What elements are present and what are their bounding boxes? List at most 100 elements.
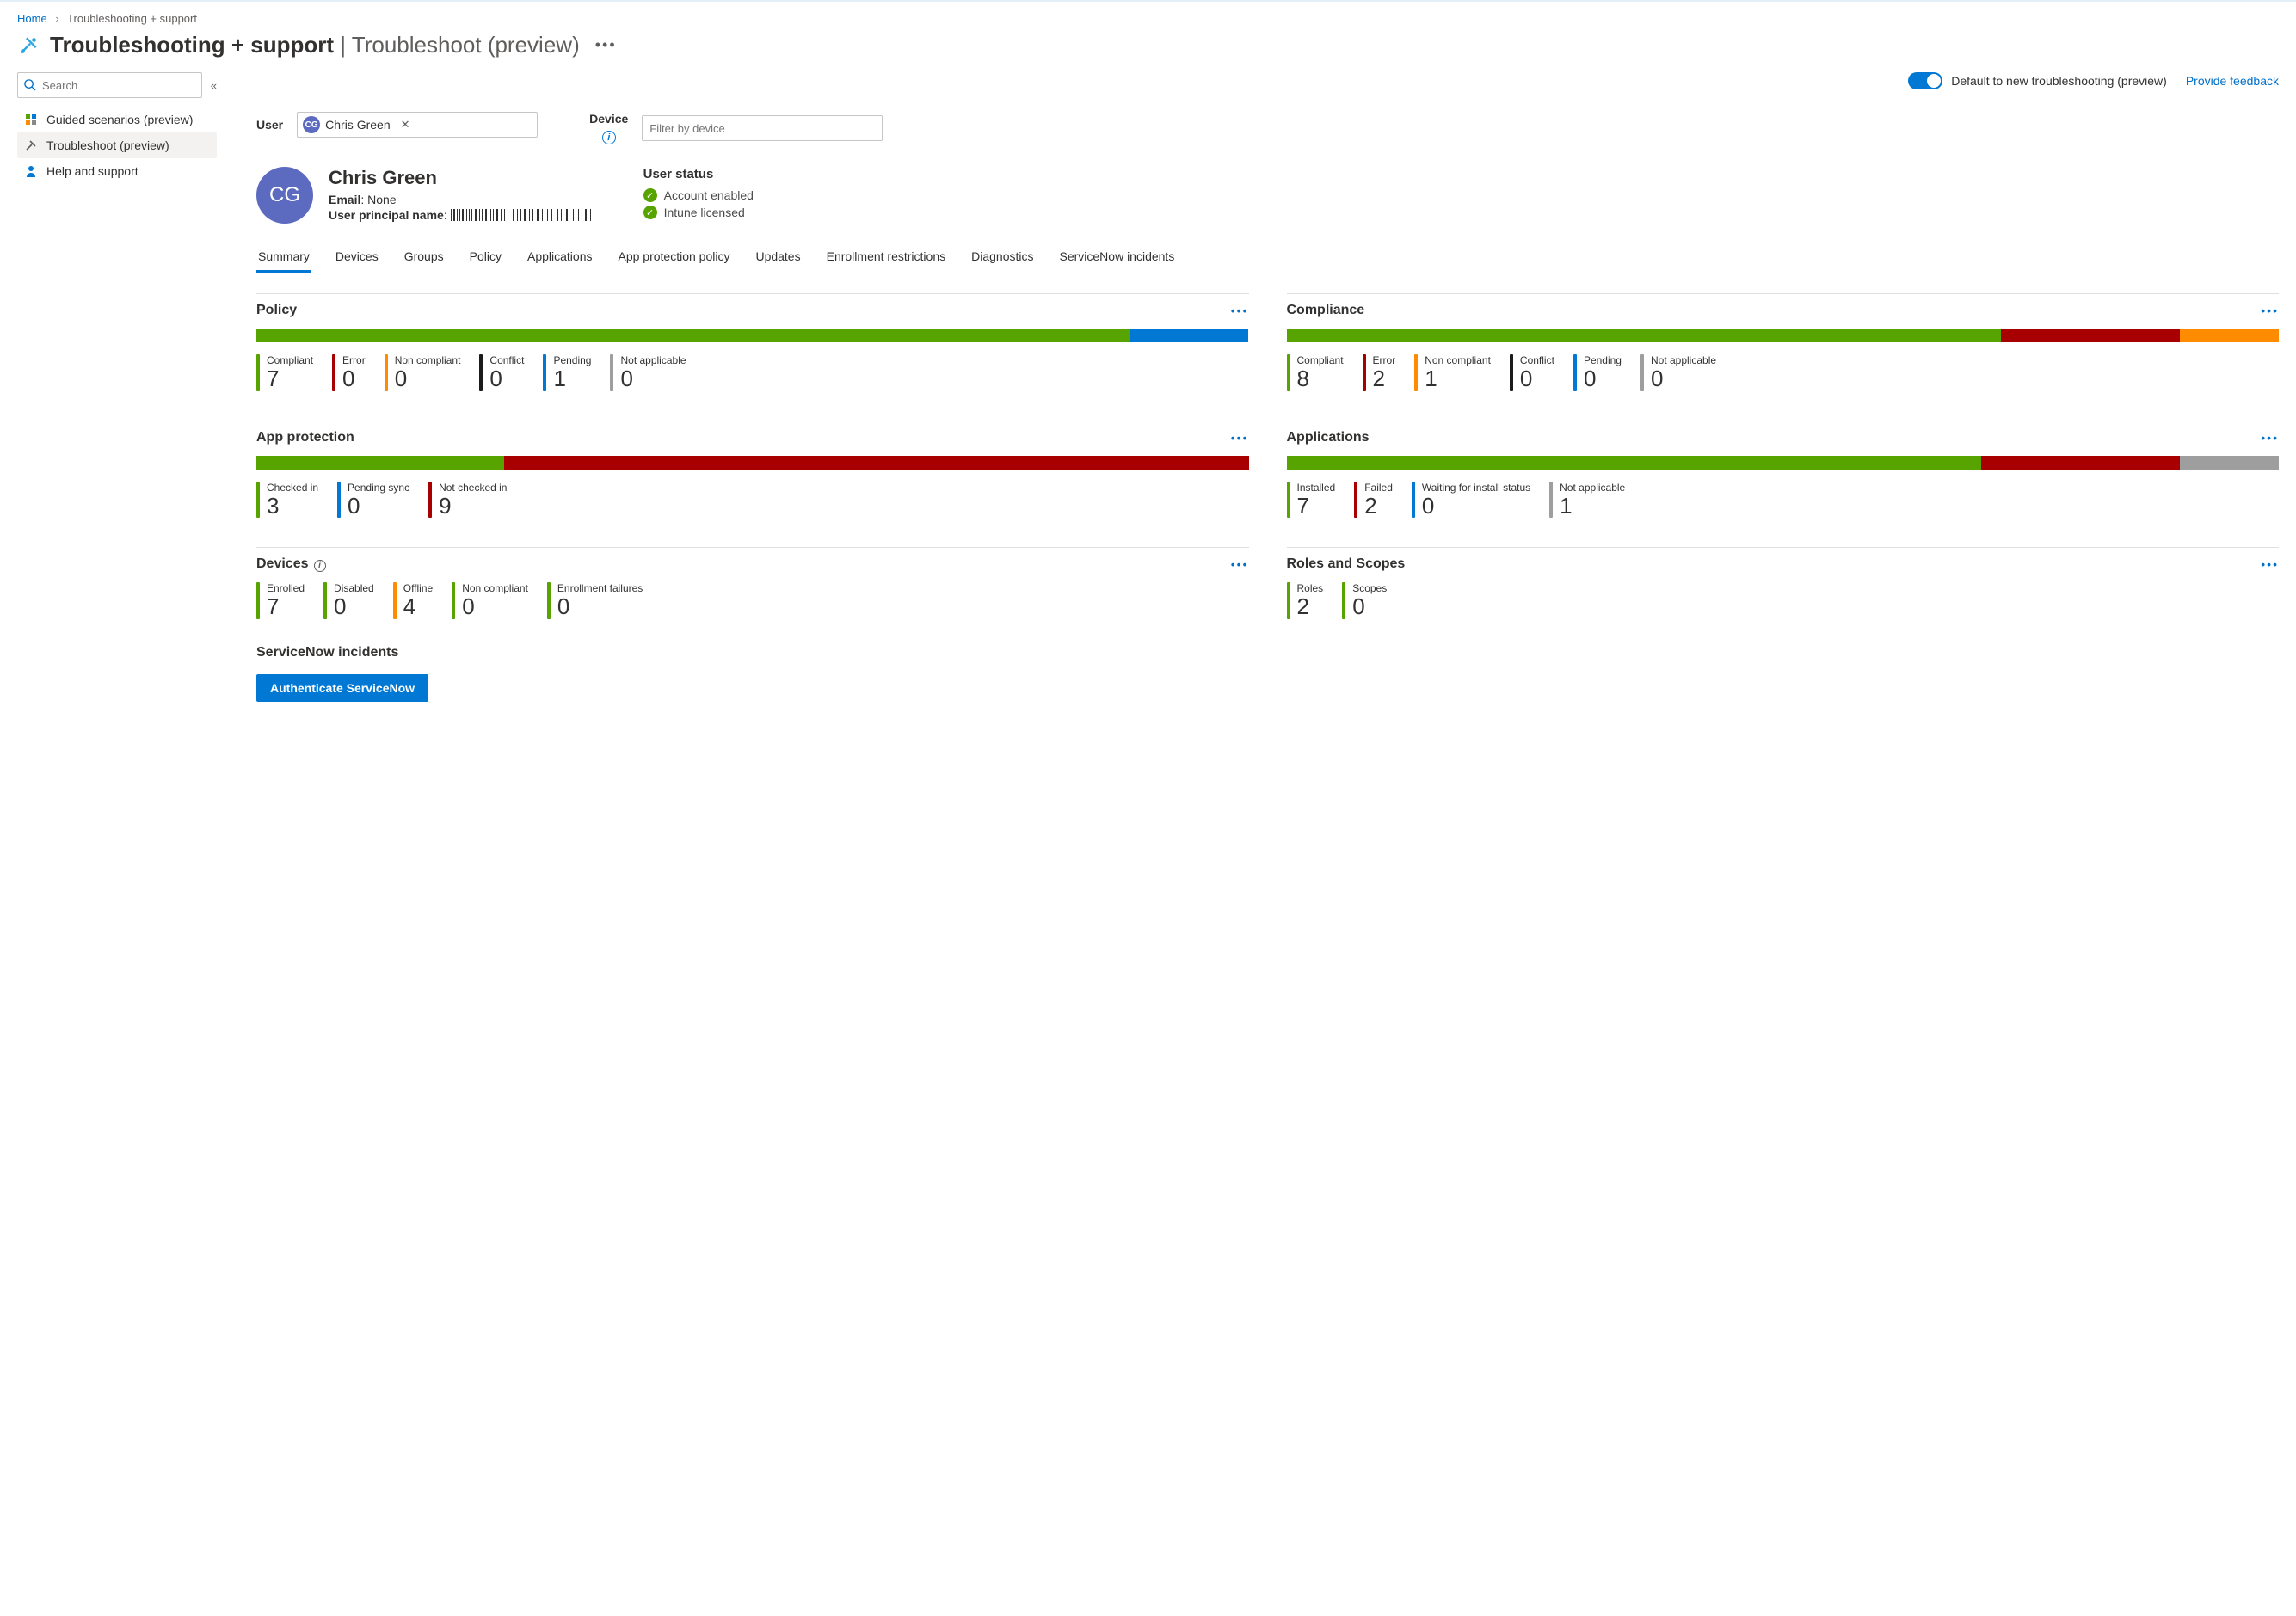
tab-summary[interactable]: Summary: [256, 243, 311, 273]
sidebar-search-input[interactable]: [17, 72, 202, 98]
metric: Waiting for install status0: [1412, 482, 1530, 519]
tab-devices[interactable]: Devices: [334, 243, 380, 273]
metric: Disabled0: [323, 582, 374, 619]
card-devices: Devicesi•••Enrolled7Disabled0Offline4Non…: [256, 547, 1249, 619]
metric-value: 7: [267, 594, 305, 619]
metric-tick: [332, 354, 335, 391]
metric-value: 2: [1297, 594, 1324, 619]
tab-diagnostics[interactable]: Diagnostics: [969, 243, 1035, 273]
breadcrumb-current: Troubleshooting + support: [67, 12, 197, 25]
user-chip-remove[interactable]: ✕: [401, 118, 410, 132]
card-more-button[interactable]: •••: [1231, 431, 1249, 445]
sidebar-item-troubleshoot[interactable]: Troubleshoot (preview): [17, 132, 217, 158]
metric-tick: [337, 482, 341, 519]
metric-value: 0: [1352, 594, 1387, 619]
metric-tick: [1342, 582, 1345, 619]
tab-groups[interactable]: Groups: [403, 243, 446, 273]
metric-value: 0: [342, 366, 366, 391]
metric-label: Error: [342, 354, 366, 366]
metric: Non compliant0: [452, 582, 528, 619]
metric-value: 0: [489, 366, 524, 391]
metric: Compliant8: [1287, 354, 1344, 391]
metric-tick: [547, 582, 551, 619]
bar-segment: [1287, 456, 1981, 470]
card-title: Applications: [1287, 430, 1370, 445]
metric-label: Scopes: [1352, 582, 1387, 594]
card-more-button[interactable]: •••: [2261, 557, 2279, 571]
metric-label: Not applicable: [620, 354, 686, 366]
default-troubleshooting-toggle[interactable]: Default to new troubleshooting (preview): [1908, 72, 2167, 89]
card-more-button[interactable]: •••: [1231, 557, 1249, 571]
metric-tick: [543, 354, 546, 391]
toggle-switch-icon: [1908, 72, 1942, 89]
metric-label: Conflict: [489, 354, 524, 366]
tab-applications[interactable]: Applications: [526, 243, 594, 273]
breadcrumb-home[interactable]: Home: [17, 12, 47, 25]
metric-value: 0: [620, 366, 686, 391]
sidebar-search[interactable]: [17, 72, 202, 98]
user-name: Chris Green: [329, 167, 606, 189]
metric-label: Offline: [403, 582, 433, 594]
metric-label: Pending: [553, 354, 591, 366]
user-filter-input[interactable]: CG Chris Green ✕: [297, 112, 538, 138]
card-more-button[interactable]: •••: [2261, 304, 2279, 317]
metric-value: 1: [553, 366, 591, 391]
sidebar-collapse-button[interactable]: «: [211, 79, 217, 92]
tab-updates[interactable]: Updates: [754, 243, 802, 273]
page-title-main: Troubleshooting + support: [50, 32, 334, 58]
metric-tick: [256, 354, 260, 391]
tab-app-protection-policy[interactable]: App protection policy: [616, 243, 731, 273]
metric-label: Pending: [1584, 354, 1622, 366]
metric-tick: [479, 354, 483, 391]
page-title: Troubleshooting + support | Troubleshoot…: [17, 32, 2279, 58]
tab-enrollment-restrictions[interactable]: Enrollment restrictions: [825, 243, 948, 273]
upn-label: User principal name: [329, 208, 444, 222]
metric-value: 8: [1297, 366, 1344, 391]
info-icon[interactable]: i: [314, 560, 326, 572]
metric-value: 0: [348, 494, 409, 519]
title-more-button[interactable]: •••: [590, 36, 622, 54]
detail-tabs: Summary Devices Groups Policy Applicatio…: [256, 243, 2279, 273]
main-content: Default to new troubleshooting (preview)…: [217, 72, 2279, 702]
bar-segment: [1981, 456, 2180, 470]
card-more-button[interactable]: •••: [2261, 431, 2279, 445]
device-info-icon[interactable]: i: [602, 131, 616, 144]
metric-tick: [1354, 482, 1357, 519]
check-icon: ✓: [643, 188, 657, 202]
device-filter-input[interactable]: [642, 115, 883, 141]
metric-tick: [1414, 354, 1418, 391]
breadcrumb: Home › Troubleshooting + support: [17, 9, 2279, 32]
metric: Not applicable0: [610, 354, 686, 391]
metric: Not applicable1: [1549, 482, 1625, 519]
metric: Non compliant0: [385, 354, 461, 391]
tab-servicenow-incidents[interactable]: ServiceNow incidents: [1057, 243, 1176, 273]
metric: Compliant7: [256, 354, 313, 391]
sidebar-item-help-support[interactable]: Help and support: [17, 158, 217, 184]
authenticate-servicenow-button[interactable]: Authenticate ServiceNow: [256, 674, 428, 702]
metric-value: 1: [1560, 494, 1625, 519]
tab-policy[interactable]: Policy: [468, 243, 503, 273]
sidebar-item-guided-scenarios[interactable]: Guided scenarios (preview): [17, 107, 217, 132]
metric-value: 3: [267, 494, 318, 519]
metric-tick: [610, 354, 613, 391]
metric: Checked in3: [256, 482, 318, 519]
user-chip-name: Chris Green: [325, 118, 390, 132]
metric-tick: [1287, 582, 1290, 619]
metric-tick: [385, 354, 388, 391]
metric-tick: [1412, 482, 1415, 519]
user-avatar: CG: [256, 167, 313, 224]
card-roles-scopes: Roles and Scopes•••Roles2Scopes0: [1287, 547, 2280, 619]
metric-value: 0: [462, 594, 528, 619]
card-bar: [1287, 329, 2280, 342]
toggle-label: Default to new troubleshooting (preview): [1951, 74, 2167, 88]
metric-label: Failed: [1364, 482, 1393, 494]
card-more-button[interactable]: •••: [1231, 304, 1249, 317]
metric-label: Non compliant: [1425, 354, 1491, 366]
metric: Conflict0: [479, 354, 524, 391]
card-compliance: Compliance•••Compliant8Error2Non complia…: [1287, 293, 2280, 391]
metric-label: Conflict: [1520, 354, 1554, 366]
metric-value: 0: [557, 594, 643, 619]
metric: Enrolled7: [256, 582, 305, 619]
provide-feedback-link[interactable]: Provide feedback: [2186, 74, 2279, 88]
metric-value: 0: [1422, 494, 1530, 519]
